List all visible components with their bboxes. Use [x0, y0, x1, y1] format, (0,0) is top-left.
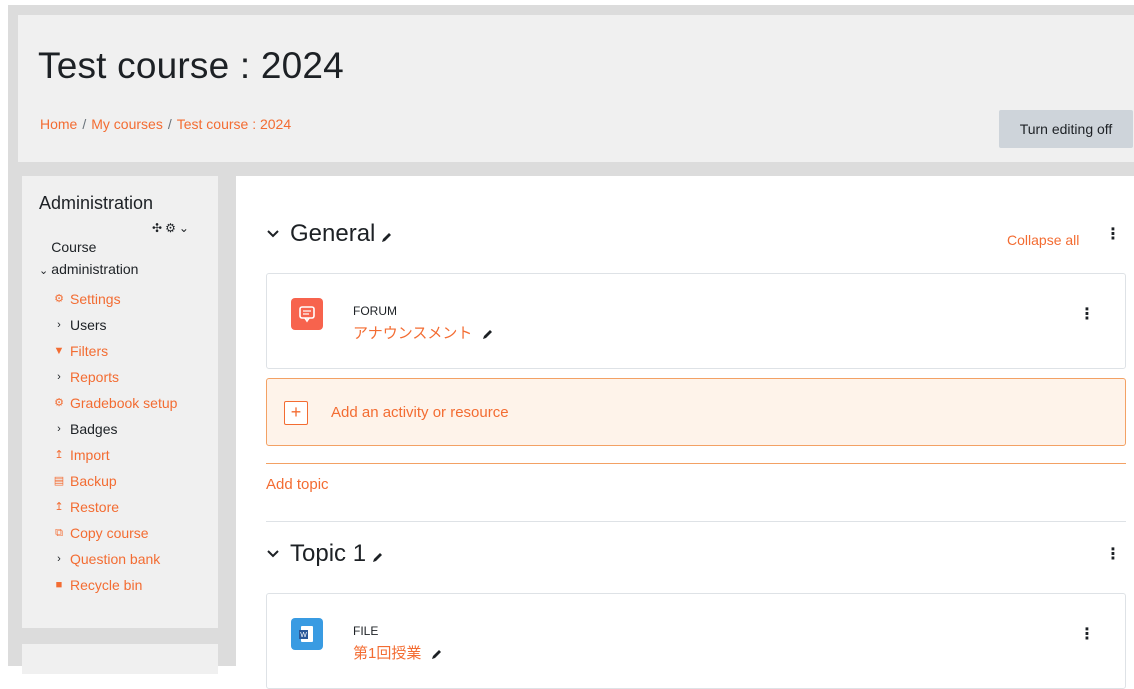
section-menu-icon[interactable]: ⋮	[1105, 227, 1121, 243]
filter-icon: ▼	[53, 345, 65, 357]
section-header-topic-1: Topic 1	[236, 540, 384, 568]
breadcrumb-current-course[interactable]: Test course : 2024	[177, 116, 291, 132]
admin-item-gradebook-setup[interactable]: ⚙ Gradebook setup	[52, 390, 177, 416]
add-topic-link[interactable]: Add topic	[266, 476, 329, 493]
upload-icon: ↥	[54, 501, 64, 513]
turn-editing-off-button[interactable]: Turn editing off	[999, 110, 1133, 148]
administration-block: Administration ✣⚙⌄ ⌄ Course administrati…	[22, 176, 218, 628]
chevron-right-icon: ›	[57, 423, 61, 435]
activity-forum: FORUM アナウンスメント ⋮	[266, 273, 1126, 369]
admin-item-backup[interactable]: ▤ Backup	[52, 468, 177, 494]
page-frame: Test course : 2024 Home / My courses / Test …	[8, 5, 1134, 689]
breadcrumb-separator: /	[167, 116, 172, 132]
activity-name[interactable]: 第1回授業	[353, 642, 443, 663]
block-title: Administration	[39, 193, 154, 213]
activity-menu-icon[interactable]: ⋮	[1079, 307, 1095, 323]
pencil-icon[interactable]	[431, 648, 443, 660]
block-controls: ✣⚙⌄	[152, 221, 192, 235]
breadcrumb-separator: /	[82, 116, 87, 132]
chevron-down-icon[interactable]	[266, 547, 280, 561]
chevron-down-icon[interactable]	[266, 227, 280, 241]
chevron-right-icon: ›	[57, 319, 61, 331]
plus-icon[interactable]: +	[284, 401, 308, 425]
pencil-icon[interactable]	[482, 328, 494, 340]
admin-item-question-bank[interactable]: › Question bank	[52, 546, 177, 572]
page-title: Test course : 2024	[38, 45, 344, 86]
activity-type-label: FILE	[353, 624, 379, 638]
move-icon[interactable]: ✣	[152, 221, 165, 235]
breadcrumb-home[interactable]: Home	[40, 116, 77, 132]
activity-file: W FILE 第1回授業 ⋮	[266, 593, 1126, 689]
copy-icon: ⧉	[55, 527, 63, 539]
section-title[interactable]: Topic 1	[290, 540, 366, 568]
activity-name[interactable]: アナウンスメント	[353, 322, 494, 343]
course-content: General Collapse all ⋮ FORUM アナウンスメント ⋮ …	[236, 176, 1134, 689]
breadcrumb: Home / My courses / Test course : 2024	[40, 116, 291, 132]
section-menu-icon[interactable]: ⋮	[1105, 547, 1121, 563]
activity-menu-icon[interactable]: ⋮	[1079, 627, 1095, 643]
section-title[interactable]: General	[290, 220, 375, 248]
activity-type-label: FORUM	[353, 304, 397, 318]
chevron-down-icon: ⌄	[39, 265, 52, 277]
collapse-all-link[interactable]: Collapse all	[1007, 232, 1079, 248]
divider	[266, 463, 1126, 464]
svg-text:W: W	[300, 632, 307, 639]
admin-item-restore[interactable]: ↥ Restore	[52, 494, 177, 520]
trash-icon: ■	[55, 579, 63, 591]
admin-item-badges[interactable]: › Badges	[52, 416, 177, 442]
admin-item-import[interactable]: ↥ Import	[52, 442, 177, 468]
gear-icon[interactable]: ⚙	[165, 221, 179, 235]
add-activity-box[interactable]: + Add an activity or resource	[266, 378, 1126, 446]
breadcrumb-my-courses[interactable]: My courses	[91, 116, 163, 132]
course-administration-label: Course administration	[51, 239, 139, 277]
admin-item-users[interactable]: › Users	[52, 312, 177, 338]
admin-item-reports[interactable]: › Reports	[52, 364, 177, 390]
section-header-general: General	[236, 220, 393, 248]
admin-item-filters[interactable]: ▼ Filters	[52, 338, 177, 364]
divider	[266, 521, 1126, 522]
add-activity-label[interactable]: Add an activity or resource	[331, 404, 509, 421]
secondary-block	[22, 644, 218, 674]
pencil-icon[interactable]	[372, 551, 384, 563]
admin-item-recycle-bin[interactable]: ■ Recycle bin	[52, 572, 177, 598]
chevron-right-icon: ›	[57, 553, 61, 565]
file-icon: ▤	[53, 475, 65, 487]
pencil-icon[interactable]	[381, 231, 393, 243]
admin-item-copy-course[interactable]: ⧉ Copy course	[52, 520, 177, 546]
gear-icon: ⚙	[54, 293, 64, 305]
upload-icon: ↥	[54, 449, 64, 461]
word-file-icon: W	[291, 618, 323, 650]
chevron-down-icon[interactable]: ⌄	[179, 221, 192, 235]
course-header: Test course : 2024 Home / My courses / Test …	[18, 15, 1134, 162]
admin-item-settings[interactable]: ⚙ Settings	[52, 286, 177, 312]
admin-menu: ⚙ Settings › Users ▼ Filters › Reports ⚙ Grad…	[52, 286, 178, 598]
forum-icon	[291, 298, 323, 330]
chevron-right-icon: ›	[57, 371, 61, 383]
course-administration-node[interactable]: ⌄ Course administration	[39, 236, 161, 282]
gear-icon: ⚙	[54, 397, 64, 409]
